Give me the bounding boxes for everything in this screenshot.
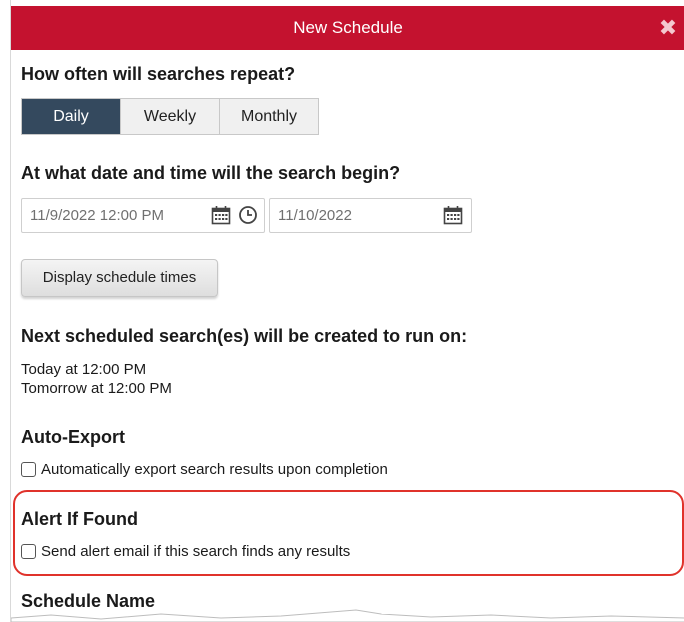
- end-date-field[interactable]: 11/10/2022: [269, 198, 472, 233]
- next-scheduled-heading: Next scheduled search(es) will be create…: [21, 326, 468, 346]
- alert-heading: Alert If Found: [21, 509, 138, 529]
- repeat-option-daily[interactable]: Daily: [22, 99, 120, 134]
- alert-checkbox[interactable]: [21, 543, 36, 559]
- alert-highlight-box: [13, 490, 684, 576]
- repeat-heading: How often will searches repeat?: [21, 64, 296, 84]
- auto-export-label[interactable]: Automatically export search results upon…: [41, 461, 388, 478]
- alert-label[interactable]: Send alert email if this search finds an…: [41, 543, 350, 560]
- repeat-option-weekly[interactable]: Weekly: [120, 99, 219, 134]
- next-scheduled-item: Today at 12:00 PM: [21, 361, 147, 378]
- auto-export-option: Automatically export search results upon…: [21, 458, 388, 480]
- clock-icon[interactable]: [237, 204, 259, 226]
- repeat-option-monthly[interactable]: Monthly: [219, 99, 318, 134]
- auto-export-checkbox[interactable]: [21, 461, 36, 477]
- dialog-title: New Schedule: [293, 18, 403, 37]
- torn-edge: [11, 609, 684, 622]
- end-date-value: 11/10/2022: [278, 207, 352, 224]
- close-icon[interactable]: ✖: [657, 17, 679, 39]
- alert-option: Send alert email if this search finds an…: [21, 540, 350, 562]
- dialog-titlebar: New Schedule ✖: [11, 6, 684, 50]
- calendar-icon[interactable]: [442, 204, 464, 226]
- start-datetime-field[interactable]: 11/9/2022 12:00 PM: [21, 198, 265, 233]
- start-datetime-value: 11/9/2022 12:00 PM: [30, 207, 164, 224]
- next-scheduled-item: Tomorrow at 12:00 PM: [21, 380, 172, 397]
- begin-heading: At what date and time will the search be…: [21, 163, 401, 183]
- new-schedule-dialog: New Schedule ✖ How often will searches r…: [10, 0, 684, 622]
- repeat-frequency-selector: Daily Weekly Monthly: [21, 98, 319, 135]
- calendar-icon[interactable]: [210, 204, 232, 226]
- auto-export-heading: Auto-Export: [21, 427, 125, 447]
- display-schedule-times-button[interactable]: Display schedule times: [21, 259, 218, 297]
